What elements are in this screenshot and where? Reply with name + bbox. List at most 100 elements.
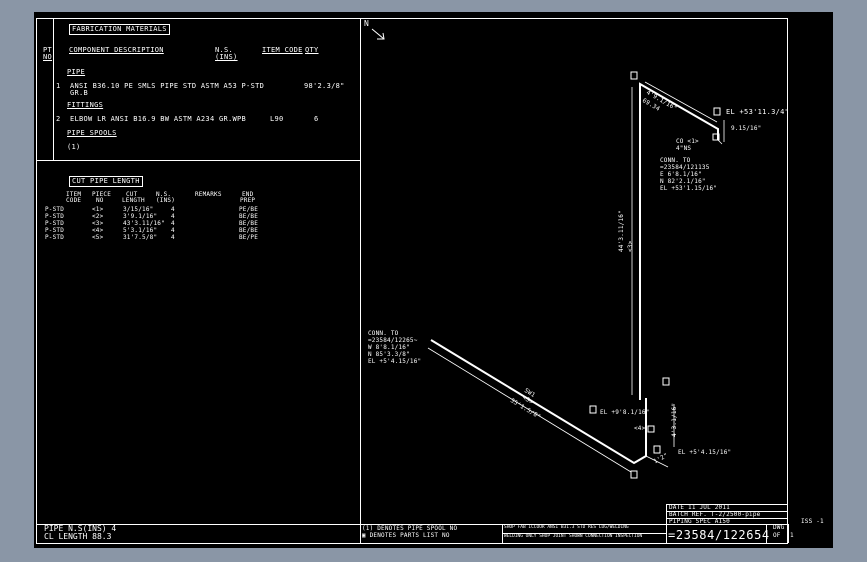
cut-row-code: P-STD: [45, 206, 65, 213]
fab-section-spools: PIPE SPOOLS: [67, 129, 117, 137]
conn2-b: =23584/12265~: [368, 337, 418, 344]
cut-h-end: END PREP: [240, 192, 255, 204]
cut-row-ns: 4: [171, 234, 175, 241]
conn1-b: =23584/121135: [660, 164, 710, 171]
north-arrow-line: [371, 28, 385, 40]
part-tag-4: [662, 377, 670, 386]
fab-row2-code: L90: [270, 115, 284, 123]
fab-title: FABRICATION MATERIALS: [69, 24, 170, 35]
conn1-d: N 82'2.1/16": [660, 178, 706, 185]
cut-row-ns: 4: [171, 213, 175, 220]
dim-small-vertical: 4'3.1/16": [671, 402, 678, 437]
title-issue: ISS -1: [801, 518, 824, 525]
cut-row: P-STD <3> 43'3.11/16" 4 BE/BE: [45, 220, 258, 227]
dim-right: 9.15/16": [731, 125, 762, 132]
fab-spool-no: (1): [67, 143, 81, 151]
cut-row-end: BE/BE: [239, 213, 259, 220]
part-tag-2: [713, 107, 721, 116]
fab-section-fittings: FITTINGS: [67, 101, 104, 109]
cut-row-piece: <2>: [92, 213, 104, 220]
cut-row: P-STD <1> 3/15/16" 4 PE/BE: [45, 206, 258, 213]
conn1-e: EL +53'1.15/16": [660, 185, 718, 192]
title-sheet-count: 1: [790, 532, 794, 539]
part-tag-8: [647, 425, 655, 433]
drawing-sheet: PT NO FABRICATION MATERIALS COMPONENT DE…: [34, 12, 833, 548]
conn2-a: CONN. TO: [368, 330, 399, 337]
fab-col-ns-2: (INS): [215, 53, 238, 61]
title-drawing-number: =23584/122654: [668, 528, 770, 542]
conn2-e: EL +5'4.15/16": [368, 358, 422, 365]
part-tag-1: [630, 71, 638, 80]
sheet-border: [36, 18, 788, 544]
cut-row-piece: <3>: [92, 220, 104, 227]
el-bottom: EL +5'4.15/16": [678, 449, 732, 456]
el-top: EL +53'11.3/4": [726, 108, 790, 116]
conn2-d: N 85'3.3/8": [368, 351, 410, 358]
cut-row-end: PE/BE: [239, 206, 259, 213]
fab-row1-desc2: GR.B: [70, 89, 89, 97]
fab-row1-qty: 98'2.3/8": [304, 82, 345, 90]
piece-3-tag: <3>: [627, 240, 634, 252]
vertical-length: 44'3.11/16": [618, 210, 625, 252]
cut-h-item-2: CODE: [66, 197, 82, 204]
cut-row-ns: 4: [171, 220, 175, 227]
title-small-text-1: SHOP FAB ICCOOR ANSI B31.3 STD RES LUG/W…: [504, 525, 629, 530]
cut-h-piece-2: NO: [96, 197, 104, 204]
cut-row-ns: 4: [171, 227, 175, 234]
cut-h-ns-2: (INS): [156, 197, 176, 204]
conn-to-lower: CONN. TO =23584/12265~ W 8'8.1/16" N 85'…: [368, 330, 421, 365]
fab-col-item: ITEM CODE: [262, 46, 303, 54]
footer-note-parts: ▣ DENOTES PARTS LIST NO: [362, 532, 450, 539]
piece-4-tag: <4>: [634, 425, 646, 432]
part-tag-6: [653, 445, 661, 454]
drawing-linework: [36, 18, 789, 544]
cut-row-len: 31'7.5/8": [123, 234, 158, 241]
fab-col-ns: N.S. (INS): [215, 47, 238, 61]
cut-row-len: 43'3.11/16": [123, 220, 165, 227]
conn1-c: E 6'8.1/16": [660, 171, 702, 178]
cut-row-code: P-STD: [45, 227, 65, 234]
cut-row-code: P-STD: [45, 234, 65, 241]
fab-col-qty: QTY: [305, 46, 319, 54]
conn-to-upper: CONN. TO =23584/121135 E 6'8.1/16" N 82'…: [660, 157, 717, 192]
footer-cl-length: CL LENGTH 88.3: [44, 532, 112, 541]
cut-row: P-STD <4> 5'3.1/16" 4 BE/BE: [45, 227, 258, 234]
cut-h-end-2: PREP: [240, 197, 256, 204]
cut-row-end: BE/BE: [239, 220, 259, 227]
fab-section-pipe: PIPE: [67, 68, 86, 76]
cut-row-len: 3/15/16": [123, 206, 154, 213]
part-tag-3: [630, 470, 638, 479]
cut-row-ns: 4: [171, 206, 175, 213]
cut-h-ns: N.S. (INS): [156, 192, 175, 204]
pt-no-header: PT NO: [43, 47, 52, 61]
cut-title: CUT PIPE LENGTH: [69, 176, 143, 187]
title-dwg-label: DWG: [773, 524, 785, 531]
cut-table: P-STD <1> 3/15/16" 4 PE/BE P-STD <2> 3'9.1/16"…: [45, 206, 258, 241]
cut-row: P-STD <5> 31'7.5/8" 4 BE/PE: [45, 234, 258, 241]
fab-col-desc: COMPONENT DESCRIPTION: [69, 46, 164, 54]
cut-row-piece: <1>: [92, 206, 104, 213]
north-label: N: [364, 19, 369, 28]
cut-row: P-STD <2> 3'9.1/16" 4 BE/BE: [45, 213, 258, 220]
el-middle: EL +9'8.1/16": [600, 409, 650, 416]
fab-row2-qty: 6: [314, 115, 319, 123]
cut-h-cut-2: LENGTH: [122, 197, 145, 204]
cut-row-end: BE/PE: [239, 234, 259, 241]
part-tag-5: [589, 405, 597, 414]
cut-row-code: P-STD: [45, 213, 65, 220]
cut-h-piece: PIECE NO: [92, 192, 111, 204]
cut-row-len: 3'9.1/16": [123, 213, 158, 220]
title-small-text-2: WELDING ONLY SHOP JOINT SHOWN CONNECTION…: [504, 534, 643, 539]
fab-row2-desc: ELBOW LR ANSI B16.9 BW ASTM A234 GR.WPB: [70, 115, 247, 123]
no-label: NO: [43, 53, 53, 61]
cut-h-cut: CUT LENGTH: [122, 192, 145, 204]
conn2-c: W 8'8.1/16": [368, 344, 410, 351]
tag-boxes: [589, 71, 721, 479]
cut-row-code: P-STD: [45, 220, 65, 227]
cut-h-remarks: REMARKS: [195, 191, 222, 198]
title-of-label: OF: [773, 532, 781, 539]
cut-row-len: 5'3.1/16": [123, 227, 158, 234]
cut-row-end: BE/BE: [239, 227, 259, 234]
fab-row1-no: 1: [56, 82, 61, 90]
fab-row1-desc: ANSI B36.10 PE SMLS PIPE STD ASTM A53 P-…: [70, 82, 265, 90]
